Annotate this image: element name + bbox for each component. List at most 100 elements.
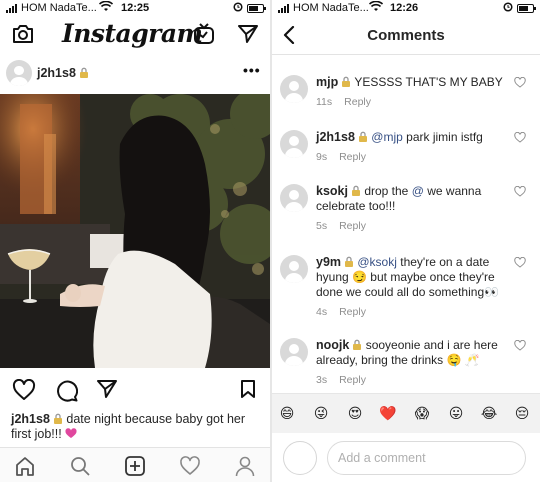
current-user-avatar: [283, 441, 317, 475]
emoji-quick-bar: 😄 😜 😍 ❤️ 😱 😛 😂 😔: [272, 393, 540, 433]
add-comment-row: Add a comment: [272, 433, 540, 482]
comment-body: noojk sooyeonie and i are here already, …: [316, 338, 514, 388]
comment-text: YESSSS THAT'S MY BABY: [354, 75, 503, 89]
comment-body: j2h1s8 @mjp park jimin istfg 9s Reply: [316, 130, 514, 165]
reply-button[interactable]: Reply: [339, 151, 366, 163]
comment-text-before: drop the: [364, 184, 409, 198]
lock-icon: [358, 131, 367, 142]
signal-icon: [6, 4, 17, 13]
paper-plane-icon[interactable]: [237, 24, 259, 49]
post-header: j2h1s8 •••: [0, 57, 270, 91]
comment-body: ksokj drop the @ we wanna celebrate too!…: [316, 184, 514, 234]
carrier-name: HOM NadaTe...: [21, 2, 97, 14]
comment-icon[interactable]: [55, 379, 78, 407]
camera-icon[interactable]: [12, 24, 34, 49]
lock-icon: [345, 256, 354, 267]
reply-button[interactable]: Reply: [339, 374, 366, 386]
instagram-logo: Instagram: [62, 19, 203, 48]
reply-button[interactable]: Reply: [344, 96, 371, 108]
comment-body: mjp YESSSS THAT'S MY BABY 11s Reply: [316, 75, 514, 110]
post-author: j2h1s8: [37, 66, 89, 80]
comment-username[interactable]: y9m: [316, 255, 341, 269]
tongue-face-emoji-button[interactable]: 😛: [447, 405, 465, 423]
avatar[interactable]: [6, 60, 32, 86]
heart-icon[interactable]: [12, 378, 36, 406]
comment-username[interactable]: mjp: [316, 75, 338, 89]
reply-button[interactable]: Reply: [339, 306, 366, 318]
comment-username[interactable]: j2h1s8: [316, 130, 355, 144]
sparkling-heart-icon: [65, 428, 77, 438]
avatar[interactable]: [280, 75, 308, 103]
screaming-face-emoji-button[interactable]: 😱: [413, 405, 431, 423]
add-comment-input[interactable]: Add a comment: [327, 441, 526, 475]
caption-username[interactable]: j2h1s8: [11, 412, 50, 426]
like-heart-icon[interactable]: [514, 338, 526, 356]
comment-time: 11s: [316, 96, 333, 108]
post-photo[interactable]: [0, 94, 270, 368]
avatar[interactable]: [280, 184, 308, 212]
comment-meta: 9s Reply: [316, 150, 514, 165]
pensive-face-emoji-button[interactable]: 😔: [513, 405, 531, 423]
like-heart-icon[interactable]: [514, 184, 526, 202]
profile-icon[interactable]: [234, 455, 256, 482]
like-heart-icon[interactable]: [514, 75, 526, 93]
comment-meta: 11s Reply: [316, 95, 514, 110]
wifi-icon: [368, 0, 384, 15]
lock-icon: [351, 185, 360, 196]
new-post-icon[interactable]: [124, 455, 146, 482]
comment-body: y9m @ksokj they're on a date hyung 😏 but…: [316, 255, 514, 320]
share-icon[interactable]: [96, 379, 118, 404]
post-actions: [0, 376, 270, 404]
status-bar: HOM NadaTe... 12:25: [0, 0, 270, 17]
comment-time: 5s: [316, 220, 328, 232]
bottom-tab-bar: [0, 447, 270, 482]
heart-eyes-emoji-button[interactable]: 😍: [346, 405, 364, 423]
mention-link[interactable]: @: [412, 184, 424, 198]
winking-tongue-emoji-button[interactable]: 😜: [312, 405, 330, 423]
comment-time: 3s: [316, 374, 328, 386]
comment-time: 4s: [316, 306, 328, 318]
tears-of-joy-emoji-button[interactable]: 😂: [480, 405, 498, 423]
carrier-name: HOM NadaTe...: [293, 2, 369, 14]
search-icon[interactable]: [69, 455, 91, 482]
alarm-icon: [233, 1, 243, 15]
post-caption: j2h1s8 date night because baby got her f…: [11, 412, 260, 442]
comments-screen: HOM NadaTe... 12:26 Comments mjp YESSSS …: [272, 0, 540, 482]
comments-header: Comments: [272, 17, 540, 55]
post-username[interactable]: j2h1s8: [37, 66, 76, 80]
like-heart-icon[interactable]: [514, 130, 526, 148]
avatar[interactable]: [280, 255, 308, 283]
activity-heart-icon[interactable]: [179, 455, 201, 482]
avatar[interactable]: [280, 338, 308, 366]
reply-button[interactable]: Reply: [339, 220, 366, 232]
lock-icon: [53, 413, 62, 424]
comment-time: 9s: [316, 151, 328, 163]
wifi-icon: [98, 0, 114, 15]
page-title: Comments: [367, 27, 445, 44]
lock-icon: [79, 67, 88, 78]
avatar[interactable]: [280, 130, 308, 158]
comment-meta: 5s Reply: [316, 219, 514, 234]
home-icon[interactable]: [14, 455, 36, 482]
comment-text: park jimin istfg: [406, 130, 483, 144]
mention-link[interactable]: @mjp: [371, 130, 403, 144]
more-icon[interactable]: •••: [243, 62, 261, 78]
mention-link[interactable]: @ksokj: [357, 255, 397, 269]
comment-username[interactable]: ksokj: [316, 184, 348, 198]
bookmark-icon[interactable]: [240, 379, 256, 404]
clock: 12:26: [390, 2, 419, 14]
instagram-feed-screen: HOM NadaTe... 12:25 Instagram j2h1s8 •••: [0, 0, 270, 482]
like-heart-icon[interactable]: [514, 255, 526, 273]
igtv-icon[interactable]: [193, 23, 215, 50]
lock-icon: [342, 76, 351, 87]
lock-icon: [353, 339, 362, 350]
clock: 12:25: [121, 2, 150, 14]
battery-icon: [517, 4, 536, 13]
comment-username[interactable]: noojk: [316, 338, 349, 352]
battery-icon: [247, 4, 266, 13]
grinning-face-emoji-button[interactable]: 😄: [278, 405, 296, 423]
comment-meta: 4s Reply: [316, 305, 514, 320]
signal-icon: [278, 4, 289, 13]
red-heart-emoji-button[interactable]: ❤️: [379, 405, 397, 423]
alarm-icon: [503, 1, 513, 15]
